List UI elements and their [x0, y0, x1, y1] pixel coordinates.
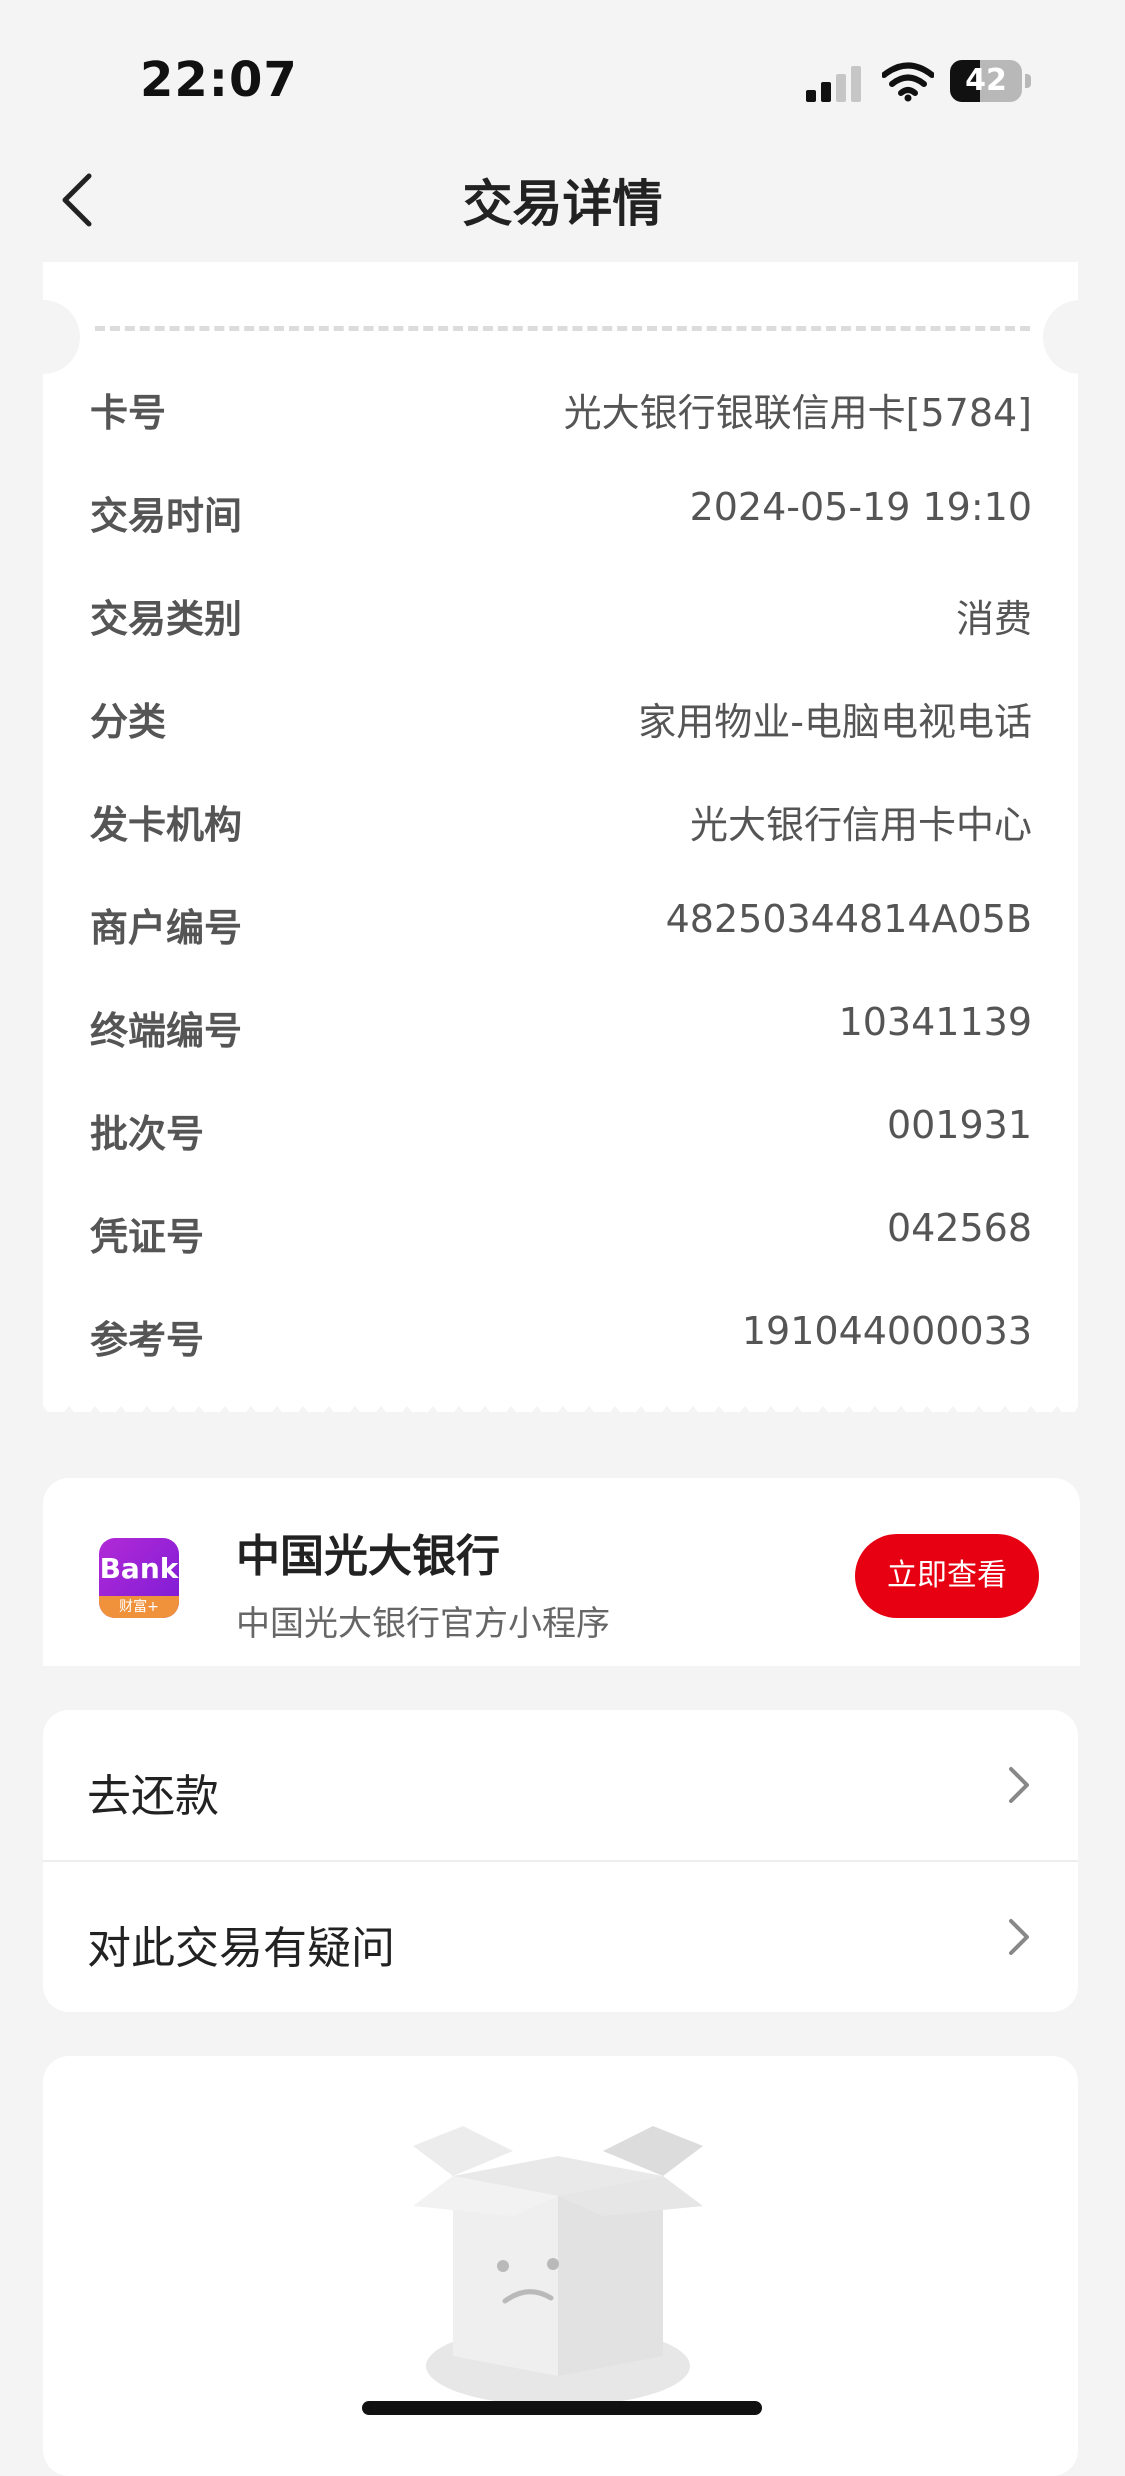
chevron-right-icon: [1009, 1919, 1029, 1955]
receipt-divider: [95, 326, 1030, 331]
detail-label: 凭证号: [90, 1215, 205, 1259]
mini-program-subtitle: 中国光大银行官方小程序: [236, 1604, 610, 1644]
detail-label: 卡号: [90, 391, 167, 435]
detail-row-category: 分类 家用物业-电脑电视电话: [90, 691, 1032, 751]
detail-label: 交易时间: [90, 494, 243, 538]
battery-level: 42: [965, 63, 1007, 98]
action-list: 去还款 对此交易有疑问: [43, 1710, 1078, 2012]
nav-bar: 交易详情: [0, 140, 1125, 255]
detail-label: 商户编号: [90, 906, 243, 950]
status-time: 22:07: [140, 52, 298, 108]
app-icon-text: Bank: [99, 1552, 179, 1585]
bank-app-icon: Bank 财富+: [99, 1538, 179, 1618]
receipt-notch-right: [1043, 300, 1117, 374]
wifi-icon: [882, 62, 934, 102]
mini-program-card[interactable]: Bank 财富+ 中国光大银行 中国光大银行官方小程序 立即查看: [43, 1478, 1080, 1666]
detail-row-type: 交易类别 消费: [90, 588, 1032, 648]
detail-value: 2024-05-19 19:10: [689, 485, 1032, 529]
detail-row-issuer: 发卡机构 光大银行信用卡中心: [90, 794, 1032, 854]
repay-label: 去还款: [87, 1771, 219, 1822]
mini-program-name: 中国光大银行: [236, 1531, 500, 1582]
detail-row-card-number: 卡号 光大银行银联信用卡[5784]: [90, 382, 1032, 442]
chevron-right-icon: [1009, 1767, 1029, 1803]
detail-label: 批次号: [90, 1112, 205, 1156]
repay-item[interactable]: 去还款: [43, 1710, 1078, 1860]
detail-value: 光大银行信用卡中心: [689, 803, 1032, 847]
detail-row-terminal-id: 终端编号 10341139: [90, 1000, 1032, 1060]
detail-label: 分类: [90, 700, 167, 744]
page-title: 交易详情: [462, 175, 663, 233]
detail-label: 发卡机构: [90, 803, 243, 847]
detail-value: 48250344814A05B: [665, 897, 1032, 941]
detail-value: 光大银行银联信用卡[5784]: [563, 391, 1032, 435]
detail-label: 参考号: [90, 1318, 205, 1362]
status-bar: 22:07 42: [0, 0, 1125, 140]
detail-row-reference: 参考号 191044000033: [90, 1309, 1032, 1369]
app-icon-badge: 财富+: [99, 1596, 179, 1618]
detail-label: 终端编号: [90, 1009, 243, 1053]
receipt-notch-left: [6, 300, 80, 374]
detail-label: 交易类别: [90, 597, 243, 641]
detail-row-merchant-id: 商户编号 48250344814A05B: [90, 897, 1032, 957]
detail-value: 10341139: [838, 1000, 1032, 1044]
detail-value: 001931: [886, 1103, 1032, 1147]
dispute-label: 对此交易有疑问: [87, 1923, 395, 1974]
receipt-zigzag-edge: [43, 1406, 1078, 1428]
detail-value: 042568: [886, 1206, 1032, 1250]
detail-value: 191044000033: [741, 1309, 1032, 1353]
empty-box-icon: [413, 2126, 703, 2406]
detail-value: 家用物业-电脑电视电话: [638, 700, 1032, 744]
battery-indicator: 42: [950, 60, 1032, 102]
detail-value: 消费: [955, 597, 1032, 641]
detail-row-batch: 批次号 001931: [90, 1103, 1032, 1163]
cellular-signal-icon: [806, 66, 861, 102]
detail-row-time: 交易时间 2024-05-19 19:10: [90, 485, 1032, 545]
home-indicator: [362, 2401, 762, 2415]
view-now-button[interactable]: 立即查看: [855, 1534, 1039, 1618]
dispute-item[interactable]: 对此交易有疑问: [43, 1862, 1078, 2012]
detail-row-voucher: 凭证号 042568: [90, 1206, 1032, 1266]
